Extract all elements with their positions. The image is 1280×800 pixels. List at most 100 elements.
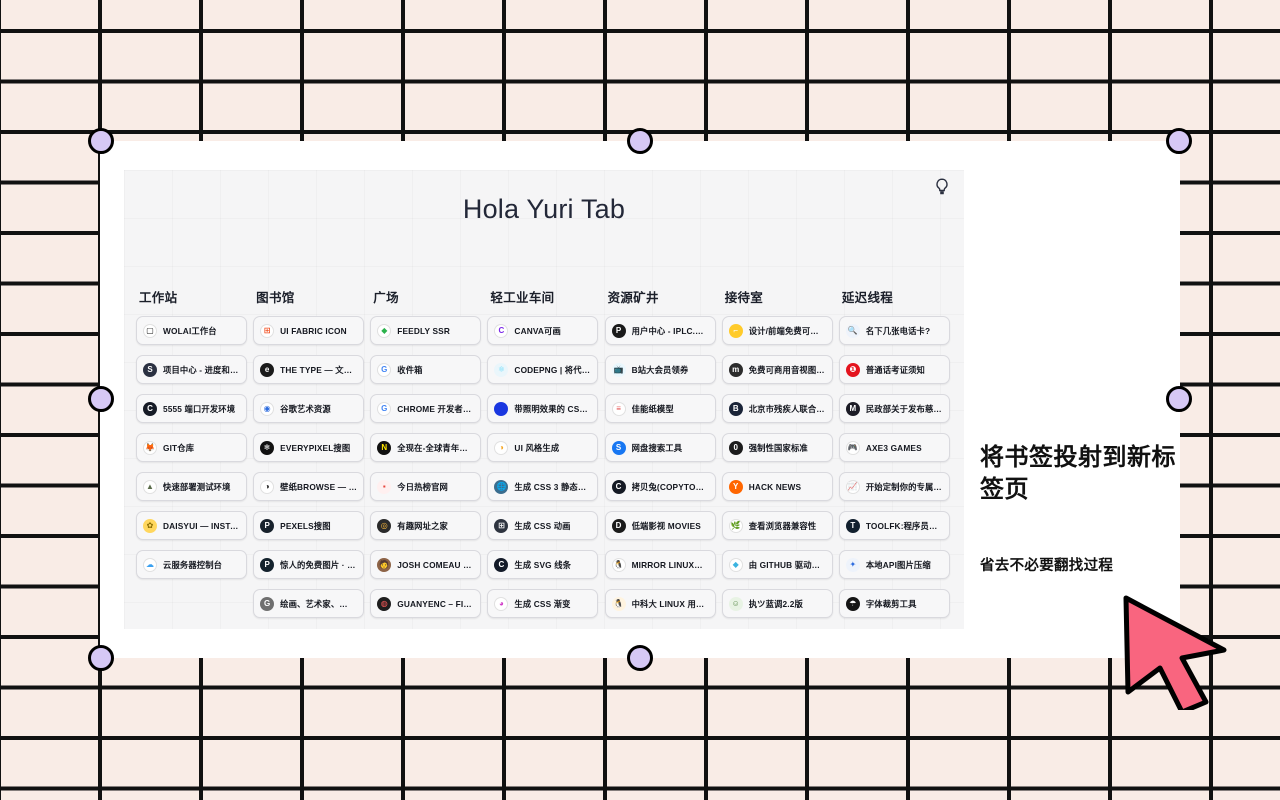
bookmark-item-label: 云服务器控制台 bbox=[163, 559, 223, 570]
bookmark-item[interactable]: ☺ 执ツ蓝调2.2版 bbox=[721, 589, 833, 618]
bookmark-item[interactable]: ● 带照明效果的 CSS… bbox=[487, 394, 599, 423]
bookmark-item-label: 网盘搜索工具 bbox=[631, 442, 683, 453]
handle-bottom-center[interactable] bbox=[627, 645, 653, 671]
handle-bottom-left[interactable] bbox=[88, 645, 114, 671]
bookmark-item[interactable]: ⌐ 设计/前端免费可商… bbox=[721, 316, 833, 345]
bookmark-item-label: 生成 CSS 渐变 bbox=[514, 598, 571, 609]
bookmark-item-label: CHROME 开发者… bbox=[397, 403, 472, 414]
bookmark-column-header: 工作站 bbox=[139, 291, 178, 305]
bookmark-item[interactable]: ▪ 今日热榜官网 bbox=[370, 472, 482, 501]
bookmark-item-label: 生成 CSS 3 静态… bbox=[514, 481, 587, 492]
svgline-icon: C bbox=[494, 557, 509, 572]
bookmark-item[interactable]: 🦊 GIT仓库 bbox=[136, 433, 247, 462]
bookmark-item[interactable]: ▢ WOLAI工作台 bbox=[136, 316, 247, 345]
bookmark-item[interactable]: ◉ 谷歌艺术资源 bbox=[253, 394, 365, 423]
bookmark-item-label: 设计/前端免费可商… bbox=[748, 325, 826, 336]
bookmark-item[interactable]: B 北京市残疾人联合… bbox=[721, 394, 833, 423]
bookmark-item[interactable]: m 免费可商用音视图… bbox=[721, 355, 833, 384]
copytoo-icon: C bbox=[611, 479, 626, 494]
gradient-icon: ◕ bbox=[494, 596, 509, 611]
bookmark-item[interactable]: M 民政部关于发布慈… bbox=[838, 394, 950, 423]
axe3-icon: 🎮 bbox=[845, 440, 860, 455]
bookmark-item[interactable]: 🌿 查看浏览器兼容性 bbox=[721, 511, 833, 540]
bookmark-column: 轻工业车间 C CANVA可画 ⚛ CODEPNG | 将代… ● 带照明效果的 CSS… ◑… bbox=[487, 287, 604, 628]
bookmark-item[interactable]: C 生成 SVG 线条 bbox=[487, 550, 599, 579]
bookmark-item[interactable]: ☁ 云服务器控制台 bbox=[136, 550, 247, 579]
joshcomeau-icon: 🧑 bbox=[377, 557, 392, 572]
tuna-mirror-icon: 🐧 bbox=[611, 557, 626, 572]
handle-top-center[interactable] bbox=[627, 128, 653, 154]
bookmark-item[interactable]: e THE TYPE — 文字… bbox=[253, 355, 365, 384]
bookmark-item[interactable]: ⚛ CODEPNG | 将代… bbox=[487, 355, 599, 384]
bookmark-item[interactable]: 0 强制性国家标准 bbox=[721, 433, 833, 462]
bookmark-item[interactable]: ◆ FEEDLY SSR bbox=[370, 316, 482, 345]
handle-middle-left[interactable] bbox=[88, 386, 114, 412]
bookmark-item-label: 壁纸BROWSE — S… bbox=[280, 481, 358, 492]
newtab-preview-panel[interactable]: Hola Yuri Tab 工作站 ▢ WOLAI工作台 S 项目中心 - 进度和… C 5… bbox=[124, 170, 964, 629]
bookmark-item[interactable]: ✦ 本地API图片压缩 bbox=[838, 550, 950, 579]
bookmark-item[interactable]: T TOOLFK:程序员在… bbox=[838, 511, 950, 540]
bookmark-column: 工作站 ▢ WOLAI工作台 S 项目中心 - 进度和… C 5555 端口开发环境 🦊 GIT… bbox=[136, 287, 253, 628]
bookmark-item[interactable]: ◎ 有趣网址之家 bbox=[370, 511, 482, 540]
bookmark-item-label: UI 风格生成 bbox=[514, 442, 560, 453]
bookmark-item[interactable]: N 全现在-全球青年… bbox=[370, 433, 482, 462]
bookmark-item[interactable]: ▲ 快速部署测试环境 bbox=[136, 472, 247, 501]
bookmark-column: 接待室 ⌐ 设计/前端免费可商… m 免费可商用音视图… B 北京市残疾人联合… 0 强制性国家… bbox=[721, 287, 839, 628]
bookmark-item[interactable]: 🔍 名下几张电话卡? bbox=[838, 316, 950, 345]
bookmark-item[interactable]: ✿ DAISYUI — INSTA… bbox=[136, 511, 247, 540]
bookmark-item-label: 谷歌艺术资源 bbox=[280, 403, 331, 414]
bookmark-item[interactable]: ❄ EVERYPIXEL搜图 bbox=[253, 433, 365, 462]
bookmark-item[interactable]: 📺 B站大会员领券 bbox=[604, 355, 716, 384]
bookmark-item[interactable]: C CANVA可画 bbox=[487, 316, 599, 345]
bookmark-item-label: FEEDLY SSR bbox=[397, 325, 450, 336]
everypixel-icon: ❄ bbox=[260, 440, 275, 455]
bookmark-item[interactable]: S 网盘搜索工具 bbox=[604, 433, 716, 462]
bookmark-item[interactable]: ◑ UI 风格生成 bbox=[487, 433, 599, 462]
lightbulb-icon[interactable] bbox=[934, 178, 950, 198]
bookmark-item-label: WOLAI工作台 bbox=[163, 325, 217, 336]
bookmark-item[interactable]: ◑ 壁纸BROWSE — S… bbox=[253, 472, 365, 501]
handle-top-right[interactable] bbox=[1166, 128, 1192, 154]
vercel-icon: ▲ bbox=[143, 479, 157, 494]
bookmark-item[interactable]: S 项目中心 - 进度和… bbox=[136, 355, 247, 384]
bookmark-item[interactable]: P 惊人的免费图片 · … bbox=[253, 550, 365, 579]
bookmark-item[interactable]: ☂ 字体裁剪工具 bbox=[838, 589, 950, 618]
handle-top-left[interactable] bbox=[88, 128, 114, 154]
bookmark-item[interactable]: ❶ 普通话考证须知 bbox=[838, 355, 950, 384]
google-arts-icon: ◉ bbox=[260, 401, 275, 416]
cssanim-icon: ⊞ bbox=[494, 518, 509, 533]
bookmark-item[interactable]: 🐧 中科大 LINUX 用… bbox=[604, 589, 716, 618]
bookmark-item[interactable]: G 收件箱 bbox=[370, 355, 482, 384]
youqu-icon: ◎ bbox=[377, 518, 392, 533]
bookmark-item[interactable]: P 用户中心 - IPLC.VIP bbox=[604, 316, 716, 345]
bookmark-item[interactable]: 🐧 MIRROR LINUX镜… bbox=[604, 550, 716, 579]
bookmark-item[interactable]: ◍ GUANYENC – FIG… bbox=[370, 589, 482, 618]
bookmark-item[interactable]: 🎮 AXE3 GAMES bbox=[838, 433, 950, 462]
bookmark-item[interactable]: G 绘画、艺术家、… bbox=[253, 589, 365, 618]
pansearch-icon: S bbox=[611, 440, 626, 455]
bookmark-item[interactable]: C 5555 端口开发环境 bbox=[136, 394, 247, 423]
bookmark-item[interactable]: C 拷贝兔(COPYTOO… bbox=[604, 472, 716, 501]
bookmark-item[interactable]: ◆ 由 GITHUB 驱动的… bbox=[721, 550, 833, 579]
bookmark-item[interactable]: D 低端影视 MOVIES bbox=[604, 511, 716, 540]
bookmark-item-label: B站大会员领券 bbox=[631, 364, 689, 375]
search-card-icon: 🔍 bbox=[845, 323, 860, 338]
bookmark-item[interactable]: ≡ 佳能纸模型 bbox=[604, 394, 716, 423]
bookmark-item-label: 北京市残疾人联合… bbox=[748, 403, 825, 414]
bookmark-item-label: 强制性国家标准 bbox=[748, 442, 808, 453]
bookmark-item[interactable]: 🌐 生成 CSS 3 静态… bbox=[487, 472, 599, 501]
bookmark-item[interactable]: ◕ 生成 CSS 渐变 bbox=[487, 589, 599, 618]
coder-icon: C bbox=[143, 401, 157, 416]
bookmark-item[interactable]: 📈 开始定制你的专属… bbox=[838, 472, 950, 501]
bookmark-item[interactable]: Y HACK NEWS bbox=[721, 472, 833, 501]
hackernews-icon: Y bbox=[728, 479, 743, 494]
handle-middle-right[interactable] bbox=[1166, 386, 1192, 412]
bookmark-item[interactable]: ⊞ UI FABRIC ICON bbox=[253, 316, 365, 345]
slide-card[interactable]: Hola Yuri Tab 工作站 ▢ WOLAI工作台 S 项目中心 - 进度和… C 5… bbox=[100, 141, 1180, 658]
bookmark-item[interactable]: 🧑 JOSH COMEAU … bbox=[370, 550, 482, 579]
bookmark-column-header: 延迟线程 bbox=[841, 291, 894, 305]
bookmark-item[interactable]: G CHROME 开发者… bbox=[370, 394, 482, 423]
bookmark-item-label: 收件箱 bbox=[397, 364, 423, 375]
bookmark-item[interactable]: P PEXELS搜图 bbox=[253, 511, 365, 540]
bookmark-item[interactable]: ⊞ 生成 CSS 动画 bbox=[487, 511, 599, 540]
